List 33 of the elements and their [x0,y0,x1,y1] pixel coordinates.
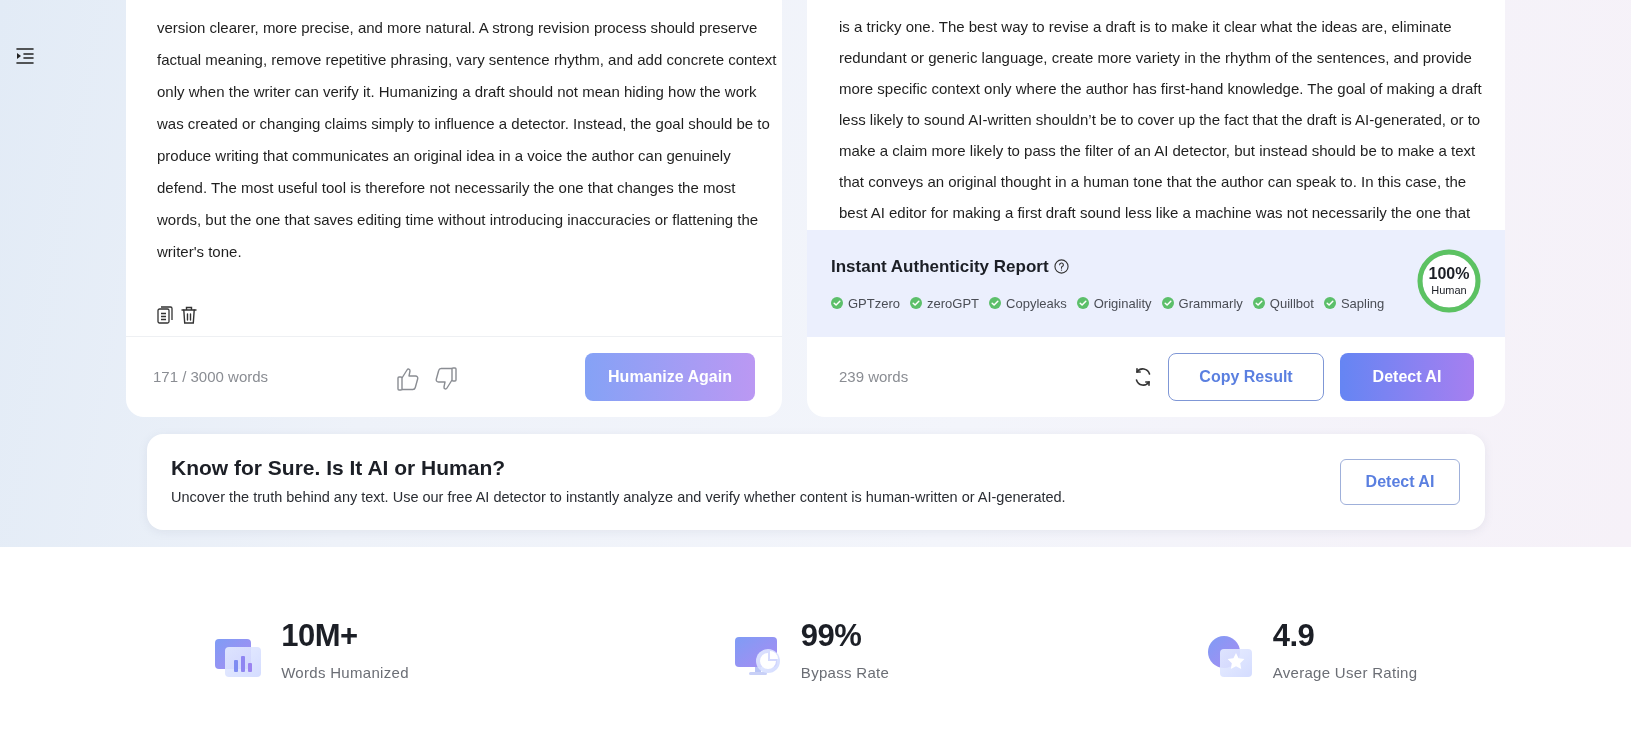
score-value: 100% [1428,264,1470,283]
banner-title: Know for Sure. Is It AI or Human? [171,455,507,482]
banner-text: Uncover the truth behind any text. Use our free AI detector to instantly analyze and verify whether content is human-written or AI-generated. [171,488,1066,508]
detector-name: zeroGPT [927,294,980,313]
detector-name: Copyleaks [1006,294,1067,313]
word-count: 171 / 3000 words [153,366,269,387]
detector-name: Originality [1093,294,1152,313]
detect-ai-button[interactable]: Detect AI [1340,459,1460,505]
detector-name: Quillbot [1269,294,1314,313]
sidebar-toggle-icon[interactable] [15,46,35,66]
refresh-icon[interactable] [1133,367,1153,387]
humanize-again-button[interactable]: Humanize Again [585,353,755,401]
copy-icon[interactable] [157,306,173,324]
help-icon[interactable] [1053,259,1069,275]
detector-name: Grammarly [1178,294,1243,313]
stat-label: Bypass Rate [800,663,890,683]
thumbs-up-icon[interactable] [396,366,419,391]
stat-value: 99% [800,619,863,653]
detect-ai-button[interactable]: Detect AI [1340,353,1474,401]
stat-value: 10M+ [281,619,359,653]
detector-name: GPTzero [848,294,900,313]
paragraph: version clearer, more precise, and more natural. A strong revision process should preserve factual meaning, remove repetitive phrasing, vary sentence rhythm, and add concrete context only when the writer can verify it. Humanizing a draft should not mean hiding how the work was created or changing claims simply to influence a detector. Instead, the goal should be to produce writing that communicates an original idea in a voice the author can genuinely defend. The most useful tool is therefore not necessarily the one that changes the most words, but the one that saves editing time without introducing inaccuracies or flattening the writer's tone. [156,18,778,262]
report-title: Instant Authenticity Report [831,256,1049,278]
paragraph: is a tricky one. The best way to revise a draft is to make it clear what the ideas are, eliminate redundant or generic language, create more variety in the rhythm of the sentences, and provide more specific context only where the author has first-hand knowledge. The goal of making a draft less likely to sound AI-written shouldn’t be to cover up the fact that the draft is AI-generated, or to make a claim more likely to pass the filter of an AI detector, but instead should be to make a text that conveys an original thought in a human tone that the author can speak to. In this case, the best AI editor for making a first draft sound less like a machine was not necessarily the one that [838,17,1483,223]
copy-result-button[interactable]: Copy Result [1168,353,1324,401]
word-count: 239 words [839,366,909,387]
detector-name: Sapling [1340,294,1385,313]
score-label: Human [1431,282,1467,297]
thumbs-down-icon[interactable] [434,366,457,391]
stat-label: Words Humanized [281,663,409,683]
trash-icon[interactable] [181,306,197,324]
stat-label: Average User Rating [1272,663,1418,683]
stat-value: 4.9 [1272,619,1316,653]
